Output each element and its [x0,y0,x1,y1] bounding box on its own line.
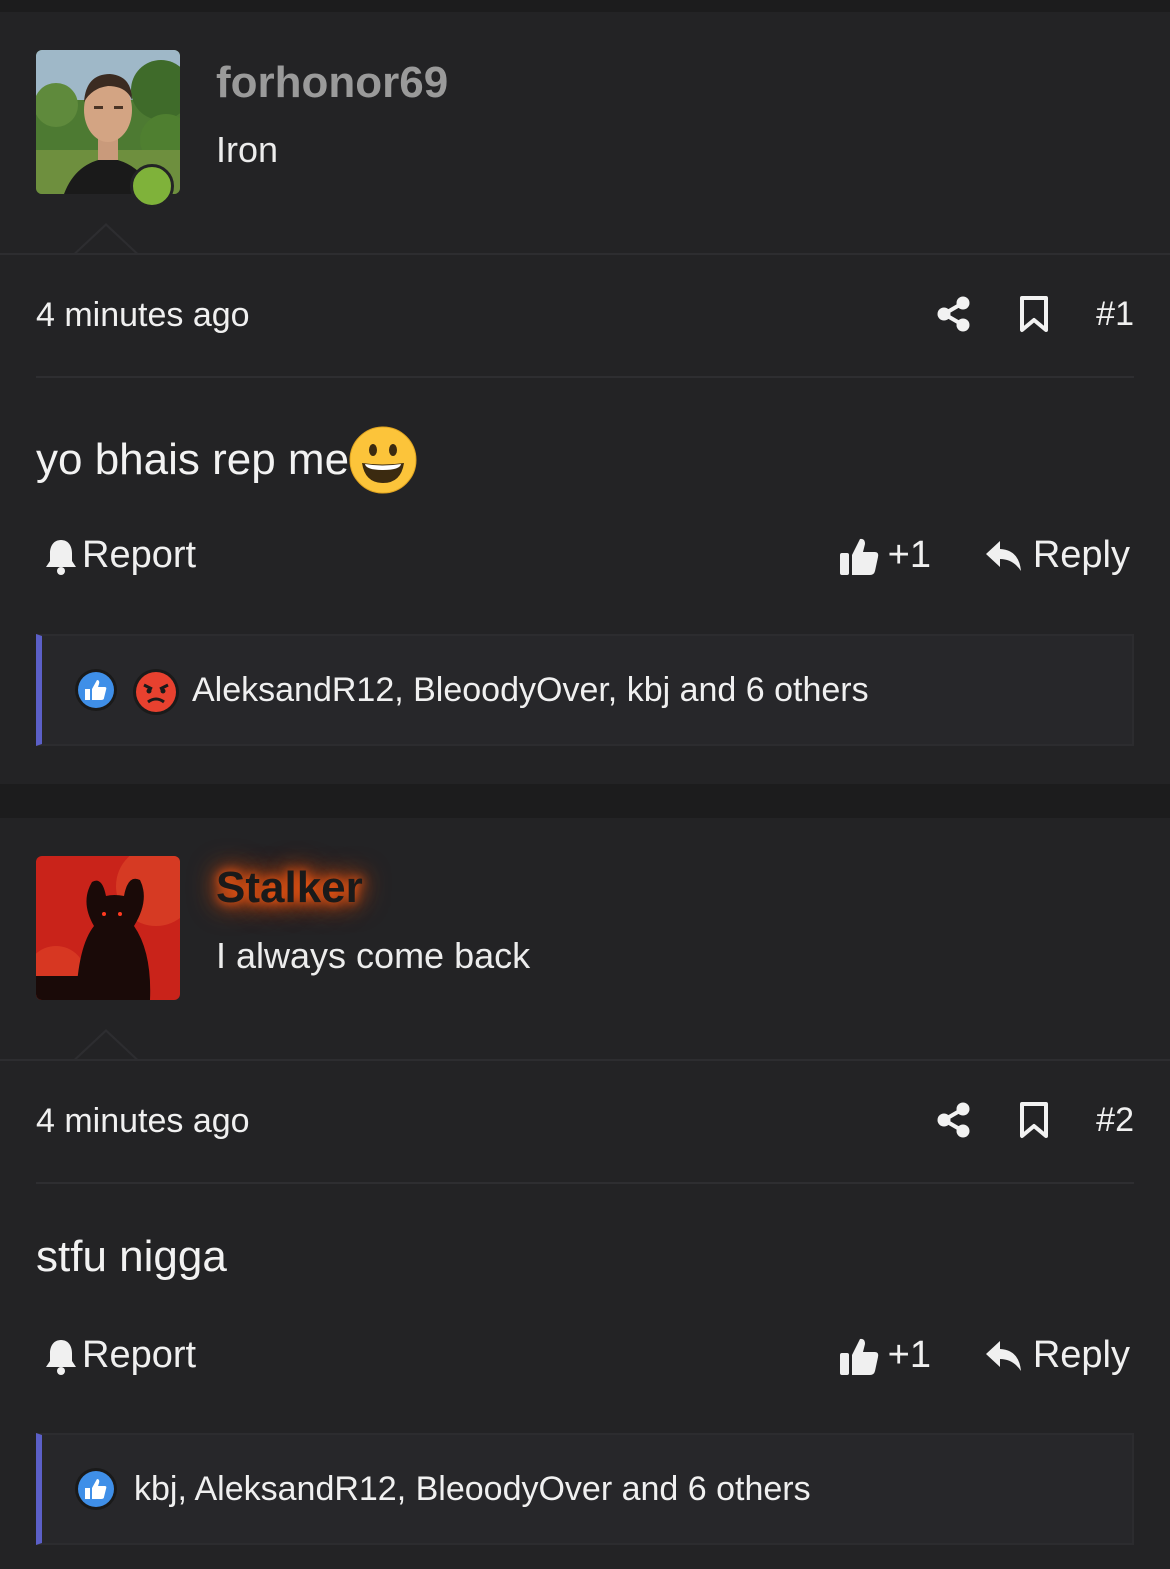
post-message: yo bhais rep me [36,426,417,494]
angry-reaction-icon [132,668,179,715]
reply-label: Reply [1032,534,1130,576]
post-actions: Report +1 Reply [36,1334,1134,1384]
post-actions: Report +1 Reply [36,534,1134,584]
online-status-indicator [130,164,174,208]
reply-label: Reply [1032,1334,1130,1376]
username-link[interactable]: Stalker [216,863,363,913]
thumbs-up-icon [839,1338,878,1375]
username-link[interactable]: forhonor69 [216,58,448,108]
post-author-area: Stalker I always come back [0,818,1170,1061]
grinning-face-emoji-icon [349,426,417,494]
post-timestamp[interactable]: 4 minutes ago [36,1102,250,1141]
bell-icon [46,1339,76,1375]
like-count: +1 [887,1334,931,1376]
reactions-list-text[interactable]: AleksandR12, BleoodyOver, kbj and 6 othe… [192,671,869,710]
divider [0,1059,1170,1061]
separator [36,376,1134,378]
message-text: stfu nigga [36,1232,227,1281]
reply-button[interactable]: Reply [985,534,1130,577]
report-button[interactable]: Report [44,534,196,577]
divider [0,253,1170,255]
reply-arrow-icon [985,1340,1021,1371]
avatar[interactable] [36,856,180,1000]
post-1: forhonor69 Iron 4 minutes ago #1 yo bhai… [0,12,1170,784]
like-reaction-icon [74,1467,118,1511]
report-button[interactable]: Report [44,1334,196,1377]
post-meta: 4 minutes ago #1 [36,294,1134,336]
bell-icon [46,539,76,575]
reply-arrow-icon [985,540,1021,571]
user-title: I always come back [216,935,531,976]
message-text: yo bhais rep me [36,435,350,484]
post-number-link[interactable]: #1 [1096,295,1134,334]
reply-button[interactable]: Reply [985,1334,1130,1377]
bookmark-icon[interactable] [1014,294,1054,334]
reactions-bar[interactable]: AleksandR12, BleoodyOver, kbj and 6 othe… [36,634,1134,746]
like-count: +1 [887,534,931,576]
thumbs-up-icon [839,538,878,575]
post-message: stfu nigga [36,1232,227,1282]
post-timestamp[interactable]: 4 minutes ago [36,296,250,335]
reactions-bar[interactable]: kbj, AleksandR12, BleoodyOver and 6 othe… [36,1433,1134,1545]
post-number-link[interactable]: #2 [1096,1101,1134,1140]
share-icon[interactable] [934,1100,974,1140]
report-label: Report [82,534,197,576]
post-meta: 4 minutes ago #2 [36,1100,1134,1142]
report-label: Report [82,1334,197,1376]
post-2: Stalker I always come back 4 minutes ago… [0,818,1170,1569]
like-button[interactable]: +1 [838,534,931,577]
post-author-area: forhonor69 Iron [0,12,1170,255]
user-title: Iron [216,129,279,170]
bookmark-icon[interactable] [1014,1100,1054,1140]
like-button[interactable]: +1 [838,1334,931,1377]
separator [36,1182,1134,1184]
reactions-list-text[interactable]: kbj, AleksandR12, BleoodyOver and 6 othe… [134,1470,811,1509]
share-icon[interactable] [934,294,974,334]
like-reaction-icon [74,668,118,712]
